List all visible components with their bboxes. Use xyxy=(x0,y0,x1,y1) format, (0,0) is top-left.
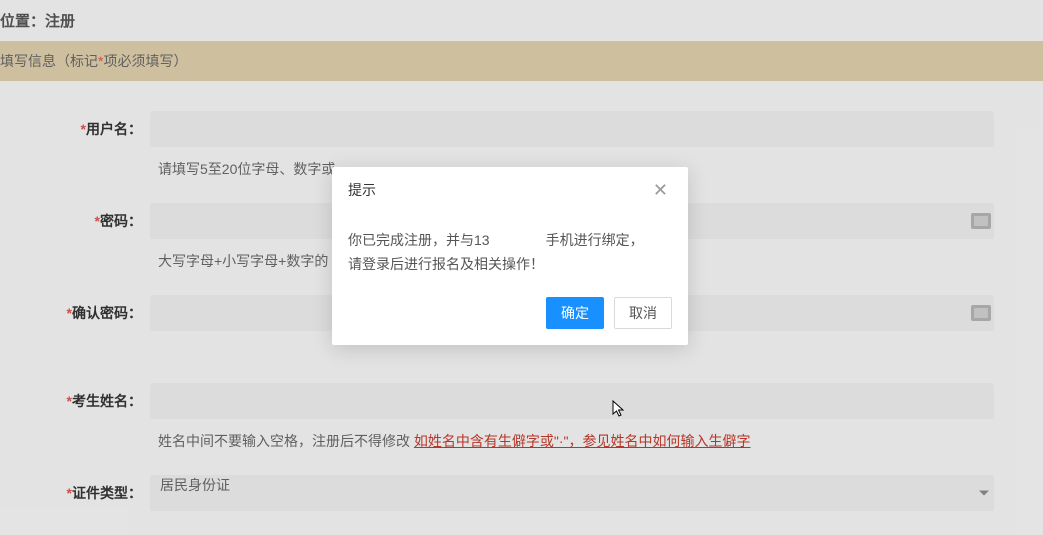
modal-header: 提示 ✕ xyxy=(332,167,688,213)
modal-title: 提示 xyxy=(348,180,376,200)
modal-line1-masked xyxy=(490,232,546,248)
modal-dialog: 提示 ✕ 你已完成注册，并与13 手机进行绑定， 请登录后进行报名及相关操作！ … xyxy=(332,167,688,345)
modal-footer: 确定 取消 xyxy=(332,285,688,345)
modal-body: 你已完成注册，并与13 手机进行绑定， 请登录后进行报名及相关操作！ xyxy=(332,213,688,285)
cancel-button[interactable]: 取消 xyxy=(614,297,672,329)
close-icon[interactable]: ✕ xyxy=(649,179,672,201)
modal-line1-part2: 手机进行绑定， xyxy=(546,232,644,248)
modal-line1-part1: 你已完成注册，并与13 xyxy=(348,232,490,248)
confirm-button[interactable]: 确定 xyxy=(546,297,604,329)
modal-line2: 请登录后进行报名及相关操作！ xyxy=(348,256,544,272)
